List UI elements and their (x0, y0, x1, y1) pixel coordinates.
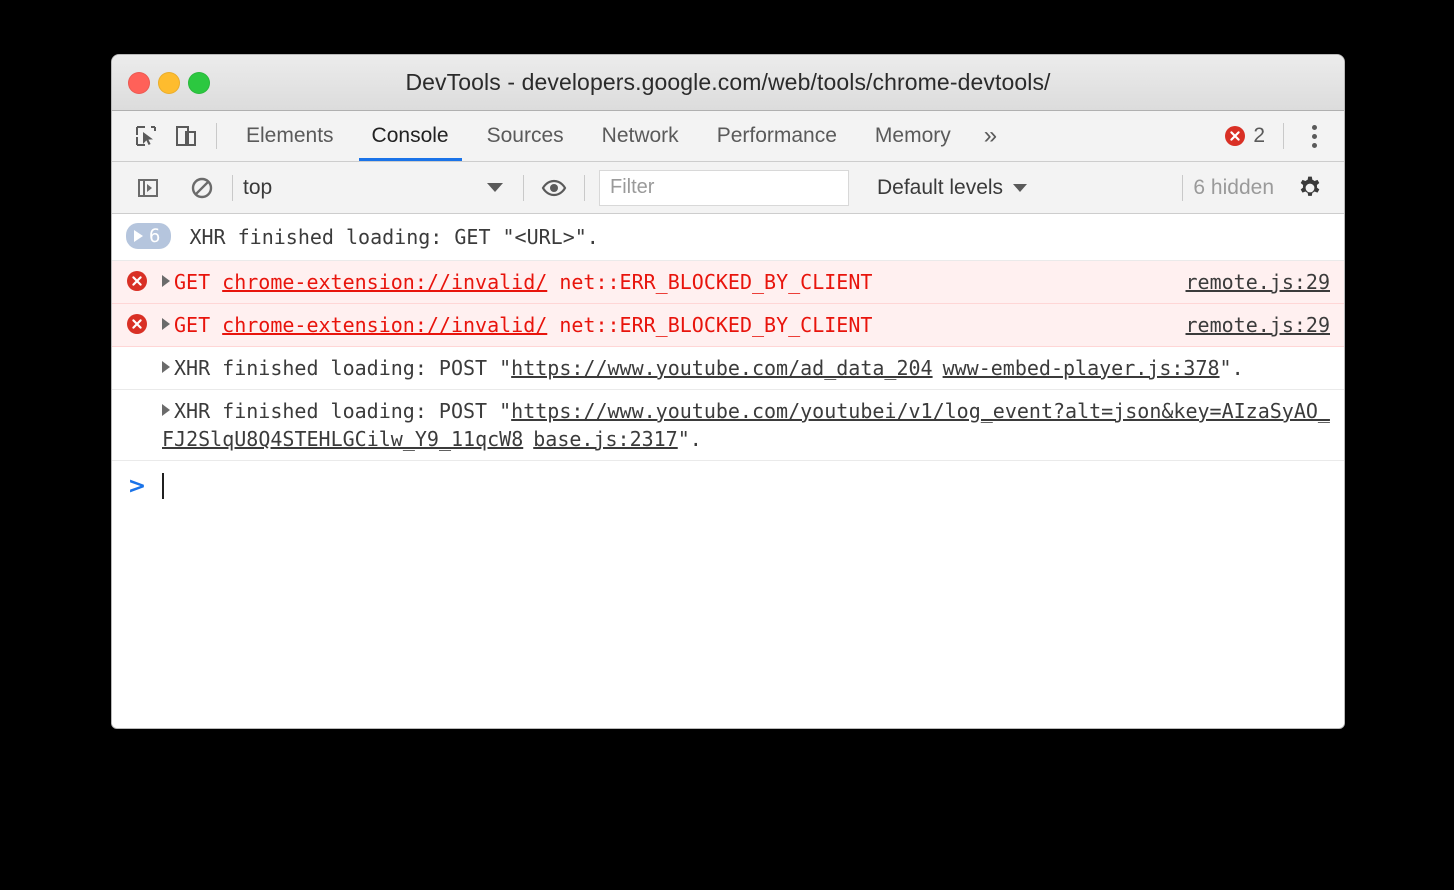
tab-elements[interactable]: Elements (227, 111, 353, 161)
execution-context-selector[interactable]: top (243, 176, 513, 200)
console-prompt-row[interactable]: > (112, 461, 1344, 511)
console-message-info[interactable]: XHR finished loading: POST "https://www.… (112, 390, 1344, 461)
message-gutter (112, 397, 162, 399)
chevron-down-icon (487, 183, 503, 192)
expand-arrow-icon[interactable] (162, 275, 170, 287)
devtools-tabbar: Elements Console Sources Network Perform… (112, 111, 1344, 162)
tabbar-right-group: 2 (1224, 116, 1344, 156)
tabbar-right-divider (1283, 123, 1284, 149)
create-live-expression-icon[interactable] (534, 168, 574, 208)
prompt-chevron-icon: > (127, 473, 147, 499)
text-cursor (162, 473, 164, 499)
error-message-text: GET chrome-extension://invalid/ net::ERR… (162, 268, 1344, 296)
info-suffix: ". (677, 427, 702, 451)
minimize-window-button[interactable] (158, 71, 180, 94)
console-toolbar-divider (232, 174, 233, 201)
tabbar-divider (216, 123, 217, 149)
group-message-text: XHR finished loading: GET "<URL>". (189, 225, 599, 249)
expand-arrow-icon[interactable] (162, 404, 170, 416)
expand-arrow-icon[interactable] (162, 361, 170, 373)
close-window-button[interactable] (128, 71, 150, 94)
kebab-dot (1311, 133, 1317, 139)
hidden-divider (1182, 174, 1184, 201)
devtools-window: DevTools - developers.google.com/web/too… (112, 55, 1344, 728)
screenshot-stage: DevTools - developers.google.com/web/too… (0, 0, 1454, 890)
console-message-error[interactable]: GET chrome-extension://invalid/ net::ERR… (112, 304, 1344, 347)
error-url-link[interactable]: chrome-extension://invalid/ (222, 270, 547, 294)
expand-arrow-icon[interactable] (162, 318, 170, 330)
error-count-label: 2 (1253, 124, 1265, 147)
window-controls (128, 71, 210, 94)
error-circle-icon (127, 271, 147, 291)
info-suffix: ". (1219, 356, 1244, 380)
error-source-link[interactable]: remote.js:29 (1186, 270, 1331, 294)
device-toolbar-icon[interactable] (166, 116, 206, 156)
console-message-group[interactable]: 6 XHR finished loading: GET "<URL>". (112, 214, 1344, 261)
play-triangle-icon (134, 230, 143, 242)
error-url-link[interactable]: chrome-extension://invalid/ (222, 313, 547, 337)
error-source-link[interactable]: remote.js:29 (1186, 313, 1331, 337)
tab-console-label: Console (371, 124, 449, 147)
inspect-element-icon[interactable] (126, 116, 166, 156)
window-title: DevTools - developers.google.com/web/too… (405, 69, 1051, 95)
group-count-label: 6 (149, 225, 161, 247)
show-console-sidebar-icon[interactable] (128, 168, 168, 208)
execution-context-label: top (243, 175, 273, 199)
tab-performance-label: Performance (716, 124, 837, 147)
tab-network[interactable]: Network (583, 111, 698, 161)
tab-sources[interactable]: Sources (468, 111, 583, 161)
settings-gear-icon[interactable] (1290, 168, 1330, 208)
info-message-text: XHR finished loading: POST "https://www.… (162, 397, 1344, 453)
more-tabs-chevron-icon[interactable]: » (970, 111, 1011, 161)
error-method: GET (174, 313, 211, 337)
tab-performance[interactable]: Performance (698, 111, 856, 161)
group-expand-badge[interactable]: 6 (126, 223, 172, 249)
context-divider (523, 174, 524, 201)
info-source-link[interactable]: base.js:2317 (533, 427, 678, 451)
panel-tabs: Elements Console Sources Network Perform… (227, 111, 1011, 161)
message-gutter (112, 311, 162, 335)
error-reason: net::ERR_BLOCKED_BY_CLIENT (559, 313, 873, 337)
log-levels-label: Default levels (877, 175, 1004, 199)
error-circle-icon (127, 314, 147, 334)
kebab-dot (1311, 124, 1317, 130)
tab-console[interactable]: Console (353, 111, 468, 161)
console-messages[interactable]: 6 XHR finished loading: GET "<URL>". GET… (112, 214, 1344, 728)
info-url-link[interactable]: https://www.youtube.com/ad_data_204 (511, 356, 932, 380)
tab-network-label: Network (601, 124, 679, 147)
filter-placeholder: Filter (610, 176, 655, 198)
kebab-dot (1311, 142, 1317, 148)
info-prefix: XHR finished loading: POST " (174, 399, 512, 423)
error-count-badge[interactable]: 2 (1224, 124, 1265, 148)
tab-elements-label: Elements (246, 124, 334, 147)
info-prefix: XHR finished loading: POST " (174, 356, 512, 380)
eye-divider (584, 174, 585, 201)
window-titlebar: DevTools - developers.google.com/web/too… (112, 55, 1344, 111)
message-gutter (112, 268, 162, 292)
message-gutter (112, 354, 162, 356)
error-message-text: GET chrome-extension://invalid/ net::ERR… (162, 311, 1344, 339)
clear-console-icon[interactable] (182, 168, 222, 208)
console-toolbar: top Filter Default levels 6 hidden (112, 162, 1344, 214)
chevron-down-icon (1013, 183, 1028, 192)
error-reason: net::ERR_BLOCKED_BY_CLIENT (559, 270, 873, 294)
info-message-text: XHR finished loading: POST "https://www.… (162, 354, 1344, 382)
error-circle-icon (1225, 126, 1246, 146)
log-levels-dropdown[interactable]: Default levels (877, 175, 1028, 200)
console-message-error[interactable]: GET chrome-extension://invalid/ net::ERR… (112, 261, 1344, 304)
tab-memory-label: Memory (874, 124, 951, 147)
tab-memory[interactable]: Memory (856, 111, 970, 161)
filter-input[interactable]: Filter (599, 169, 849, 206)
maximize-window-button[interactable] (188, 71, 210, 94)
info-source-link[interactable]: www-embed-player.js:378 (943, 356, 1220, 380)
console-toolbar-right: 6 hidden (1172, 168, 1344, 208)
tab-sources-label: Sources (486, 124, 564, 147)
kebab-menu-icon[interactable] (1294, 116, 1334, 156)
hidden-messages-label: 6 hidden (1193, 175, 1274, 199)
console-message-info[interactable]: XHR finished loading: POST "https://www.… (112, 347, 1344, 390)
error-method: GET (174, 270, 211, 294)
